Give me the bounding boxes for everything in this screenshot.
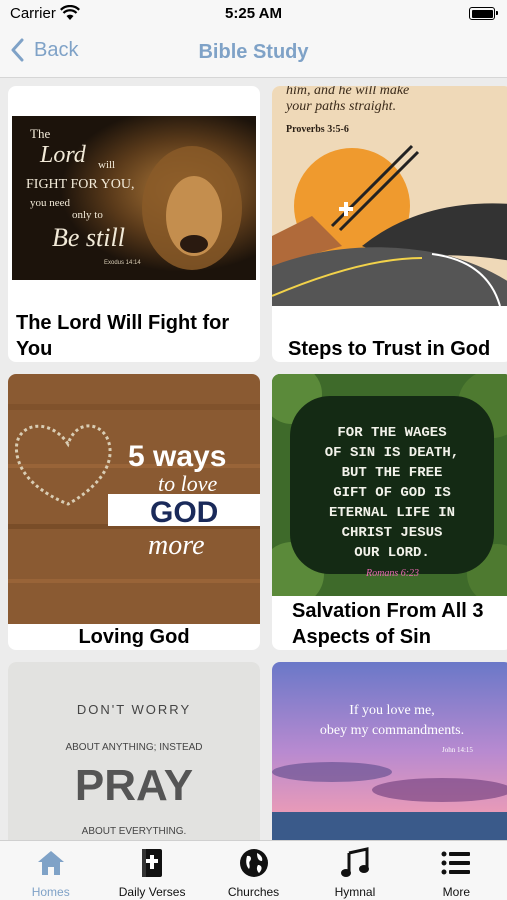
card-title: Steps to Trust in God bbox=[288, 338, 491, 360]
road-sunset-image: him, and he will make your paths straigh… bbox=[272, 86, 507, 306]
image-text-dont-worry: DON'T WORRY bbox=[77, 702, 191, 717]
tab-label: Daily Verses bbox=[118, 885, 186, 899]
image-text-5ways: 5 ways bbox=[128, 440, 226, 473]
tab-homes[interactable]: Homes bbox=[0, 841, 101, 900]
card-title: Loving God bbox=[78, 626, 190, 648]
verse-line: OF SIN IS DEATH, bbox=[325, 445, 459, 461]
lion-image: The Lord will FIGHT FOR YOU, you need on… bbox=[12, 116, 256, 280]
tab-bar: Homes Daily Verses Churches Hymnal More bbox=[0, 840, 507, 900]
image-text-about-everything: ABOUT EVERYTHING. bbox=[82, 826, 187, 837]
study-card-lord-fight[interactable]: The Lord will FIGHT FOR YOU, you need on… bbox=[8, 86, 260, 362]
tab-label: More bbox=[442, 885, 470, 899]
bible-icon bbox=[142, 849, 163, 877]
image-text-lord: Lord bbox=[39, 142, 87, 168]
back-button[interactable]: Back bbox=[10, 38, 78, 62]
verse-line: ETERNAL LIFE IN bbox=[329, 505, 455, 521]
tab-label: Churches bbox=[227, 885, 280, 899]
image-text-to-love: to love bbox=[158, 471, 217, 496]
image-text-obey: obey my commandments. bbox=[320, 723, 464, 738]
study-card-pray[interactable]: DON'T WORRY ABOUT ANYTHING; INSTEAD PRAY… bbox=[8, 662, 260, 840]
tab-more[interactable]: More bbox=[406, 841, 507, 900]
image-text-ref: Proverbs 3:5-6 bbox=[286, 124, 349, 135]
verse-line: BUT THE FREE bbox=[342, 465, 443, 481]
study-card-trust[interactable]: him, and he will make your paths straigh… bbox=[272, 86, 507, 362]
image-text-fight: FIGHT FOR YOU, bbox=[26, 177, 135, 192]
tab-label: Homes bbox=[31, 885, 70, 899]
globe-icon bbox=[239, 849, 268, 877]
navigation-bar: Back Bible Study bbox=[0, 28, 507, 78]
sky-sunset-image: If you love me, obey my commandments. Jo… bbox=[272, 662, 507, 840]
verse-line: GIFT OF GOD IS bbox=[333, 485, 451, 501]
chevron-left-icon bbox=[11, 38, 24, 62]
image-text-will: will bbox=[98, 159, 115, 171]
study-card-commandments[interactable]: If you love me, obey my commandments. Jo… bbox=[272, 662, 507, 840]
tab-daily-verses[interactable]: Daily Verses bbox=[101, 841, 202, 900]
card-title: Salvation From All 3 Aspects of Sin bbox=[292, 600, 484, 648]
verse-line: CHRIST JESUS bbox=[342, 525, 443, 541]
list-icon bbox=[441, 851, 471, 875]
image-text-be-still: Be still bbox=[52, 223, 125, 252]
image-text-only-to: only to bbox=[72, 209, 103, 221]
pray-image: DON'T WORRY ABOUT ANYTHING; INSTEAD PRAY… bbox=[8, 662, 260, 840]
image-text-pray: PRAY bbox=[75, 761, 193, 810]
image-text-god: GOD bbox=[150, 496, 218, 529]
tab-churches[interactable]: Churches bbox=[203, 841, 304, 900]
study-card-salvation[interactable]: FOR THE WAGES OF SIN IS DEATH, BUT THE F… bbox=[272, 374, 507, 650]
wood-rosary-image: 5 ways to love GOD more bbox=[8, 374, 260, 624]
image-text-more: more bbox=[148, 530, 205, 561]
image-text-about-anything: ABOUT ANYTHING; INSTEAD bbox=[65, 742, 202, 753]
image-text-top2: your paths straight. bbox=[284, 99, 396, 114]
status-bar: Carrier 5:25 AM bbox=[0, 0, 507, 28]
battery-icon bbox=[469, 7, 498, 20]
image-text-if-you-love: If you love me, bbox=[349, 703, 435, 718]
romans-verse-image: FOR THE WAGES OF SIN IS DEATH, BUT THE F… bbox=[272, 374, 507, 596]
image-text-you-need: you need bbox=[30, 197, 71, 209]
image-text-ref: Exodus 14:14 bbox=[104, 260, 141, 266]
home-icon bbox=[37, 851, 64, 875]
study-grid: The Lord will FIGHT FOR YOU, you need on… bbox=[0, 80, 507, 840]
study-card-loving-god[interactable]: 5 ways to love GOD more Loving God bbox=[8, 374, 260, 650]
image-text-ref: Romans 6:23 bbox=[365, 568, 419, 579]
back-label: Back bbox=[34, 38, 79, 61]
clock: 5:25 AM bbox=[225, 5, 282, 22]
tab-hymnal[interactable]: Hymnal bbox=[304, 841, 405, 900]
card-title: The Lord Will Fight for You bbox=[16, 312, 230, 360]
tab-label: Hymnal bbox=[334, 885, 376, 899]
image-text-ref: John 14:15 bbox=[442, 746, 473, 754]
music-note-icon bbox=[340, 847, 369, 877]
verse-line: FOR THE WAGES bbox=[337, 425, 446, 441]
image-text-the: The bbox=[30, 126, 50, 141]
verse-line: OUR LORD. bbox=[354, 545, 430, 561]
image-text-top: him, and he will make bbox=[286, 86, 409, 98]
